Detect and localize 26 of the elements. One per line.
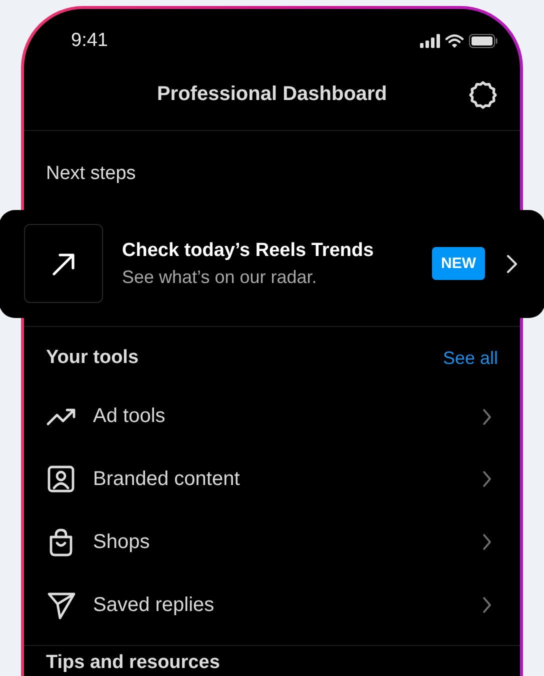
status-time: 9:41	[71, 30, 108, 52]
chevron-icon	[482, 408, 492, 426]
section-heading: Your tools	[46, 347, 139, 370]
signal-icon	[420, 34, 440, 48]
battery-icon	[469, 34, 498, 48]
page-title: Professional Dashboard	[156, 82, 388, 106]
suggestion-card[interactable]: Check today’s Reels Trends See what’s on our radar. NEW	[0, 210, 544, 318]
paper-plane-icon	[46, 590, 76, 620]
card-subtitle: See what’s on our radar.	[122, 266, 318, 288]
tool-row[interactable]: Ad tools	[24, 385, 520, 448]
chevron-icon	[482, 470, 492, 488]
person-frame-icon	[46, 464, 76, 494]
wifi-icon	[445, 34, 464, 48]
arrow-icon	[50, 250, 76, 277]
section-heading: Next steps	[45, 162, 137, 186]
card-title: Check today’s Reels Trends	[122, 240, 375, 262]
tool-row[interactable]: Saved replies	[24, 574, 520, 636]
chevron-icon	[482, 596, 492, 614]
see-all-link[interactable]: See all	[442, 348, 498, 369]
tool-row[interactable]: Shops	[24, 510, 520, 574]
chevron-icon	[506, 254, 518, 274]
new-badge: NEW	[432, 247, 485, 280]
chevron-icon	[482, 533, 492, 552]
tool-row[interactable]: Branded content	[24, 448, 520, 511]
section-heading: Tips and resources	[45, 651, 221, 676]
settings-icon[interactable]	[468, 80, 498, 110]
